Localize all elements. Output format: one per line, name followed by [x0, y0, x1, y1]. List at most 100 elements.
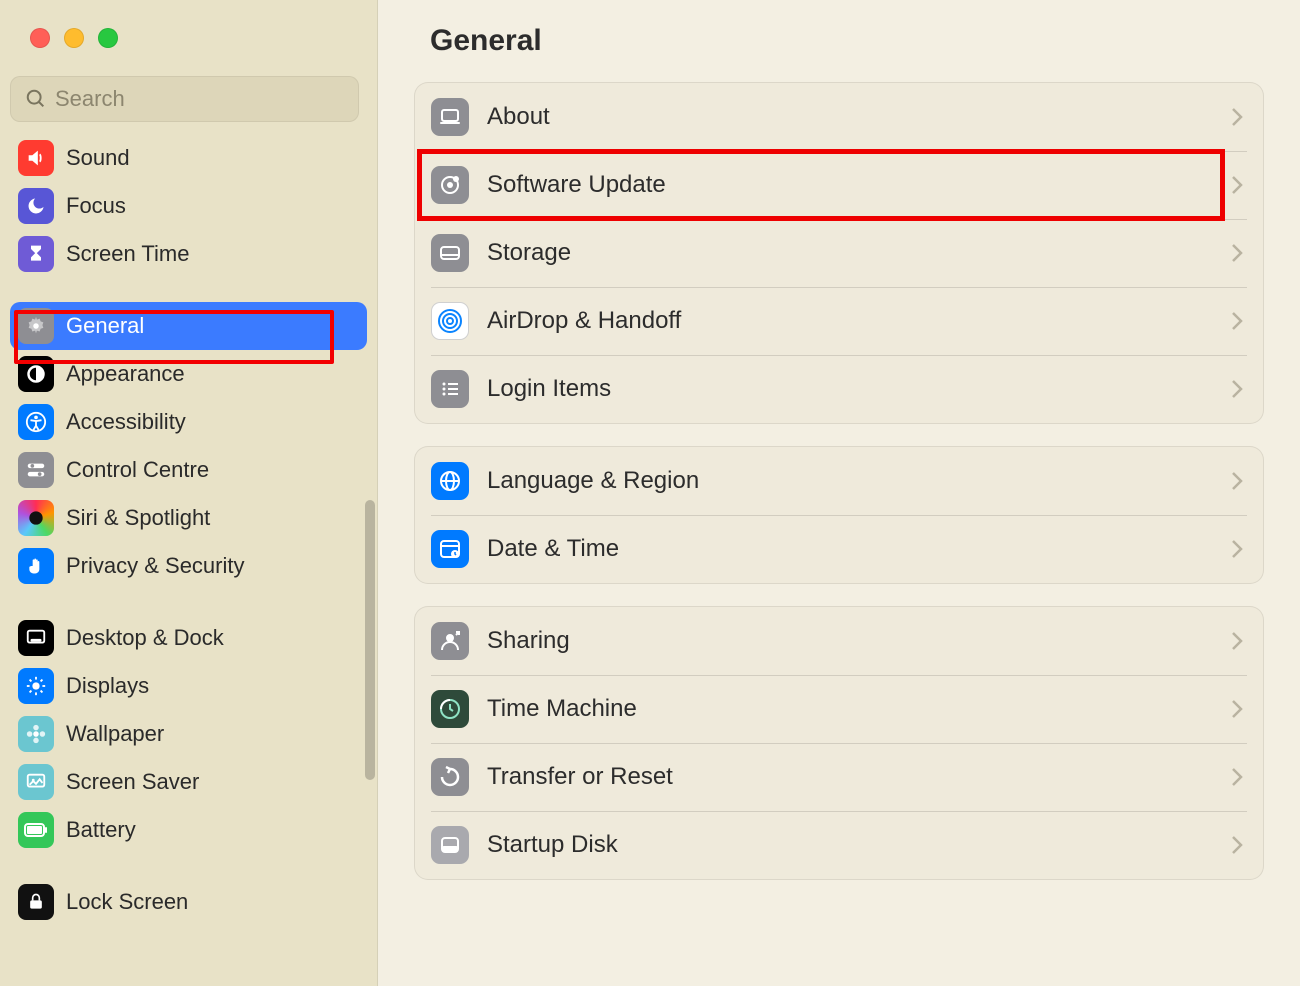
page-title: General: [430, 24, 1264, 58]
chevron-right-icon: [1231, 631, 1243, 651]
screensaver-icon: [18, 764, 54, 800]
sidebar-item-label: Accessibility: [66, 409, 186, 435]
sidebar-item-battery[interactable]: Battery: [10, 806, 367, 854]
search-icon: [25, 88, 47, 110]
toggles-icon: [18, 452, 54, 488]
chevron-right-icon: [1231, 539, 1243, 559]
minimize-window-button[interactable]: [64, 28, 84, 48]
sidebar-scrollbar[interactable]: [365, 500, 375, 780]
row-label: Startup Disk: [487, 831, 1213, 859]
sidebar-item-general[interactable]: General: [10, 302, 367, 350]
row-airdrop-handoff[interactable]: AirDrop & Handoff: [415, 287, 1263, 355]
fullscreen-window-button[interactable]: [98, 28, 118, 48]
hourglass-icon: [18, 236, 54, 272]
speaker-icon: [18, 140, 54, 176]
row-about[interactable]: About: [415, 83, 1263, 151]
startup-disk-icon: [431, 826, 469, 864]
siri-icon: [18, 500, 54, 536]
row-startup-disk[interactable]: Startup Disk: [415, 811, 1263, 879]
sidebar-item-lock-screen[interactable]: Lock Screen: [10, 878, 367, 926]
close-window-button[interactable]: [30, 28, 50, 48]
row-label: Date & Time: [487, 535, 1213, 563]
row-time-machine[interactable]: Time Machine: [415, 675, 1263, 743]
laptop-icon: [431, 98, 469, 136]
reset-icon: [431, 758, 469, 796]
row-label: Language & Region: [487, 467, 1213, 495]
sidebar-nav: Sound Focus Screen Time General Ap: [0, 132, 377, 986]
sun-icon: [18, 668, 54, 704]
gear-icon: [18, 308, 54, 344]
sidebar-item-sound[interactable]: Sound: [10, 134, 367, 182]
accessibility-icon: [18, 404, 54, 440]
battery-icon: [18, 812, 54, 848]
hand-icon: [18, 548, 54, 584]
sidebar-item-label: Siri & Spotlight: [66, 505, 210, 531]
sidebar-item-siri-spotlight[interactable]: Siri & Spotlight: [10, 494, 367, 542]
sidebar-item-appearance[interactable]: Appearance: [10, 350, 367, 398]
airdrop-icon: [431, 302, 469, 340]
sidebar-item-label: Appearance: [66, 361, 185, 387]
flower-icon: [18, 716, 54, 752]
sidebar-item-displays[interactable]: Displays: [10, 662, 367, 710]
sharing-icon: [431, 622, 469, 660]
gear-badge-icon: [431, 166, 469, 204]
chevron-right-icon: [1231, 107, 1243, 127]
row-sharing[interactable]: Sharing: [415, 607, 1263, 675]
moon-icon: [18, 188, 54, 224]
row-label: Login Items: [487, 375, 1213, 403]
sidebar-item-wallpaper[interactable]: Wallpaper: [10, 710, 367, 758]
sidebar-item-label: Screen Time: [66, 241, 190, 267]
sidebar: Sound Focus Screen Time General Ap: [0, 0, 378, 986]
row-label: AirDrop & Handoff: [487, 307, 1213, 335]
row-language-region[interactable]: Language & Region: [415, 447, 1263, 515]
search-input[interactable]: [55, 86, 344, 112]
sidebar-item-screen-time[interactable]: Screen Time: [10, 230, 367, 278]
settings-group-3: Sharing Time Machine Transfer or Reset: [414, 606, 1264, 880]
time-machine-icon: [431, 690, 469, 728]
sidebar-item-label: Screen Saver: [66, 769, 199, 795]
list-icon: [431, 370, 469, 408]
row-label: Storage: [487, 239, 1213, 267]
sidebar-item-control-centre[interactable]: Control Centre: [10, 446, 367, 494]
sidebar-item-focus[interactable]: Focus: [10, 182, 367, 230]
chevron-right-icon: [1231, 311, 1243, 331]
window-controls: [0, 0, 377, 48]
search-field[interactable]: [10, 76, 359, 122]
chevron-right-icon: [1231, 699, 1243, 719]
chevron-right-icon: [1231, 767, 1243, 787]
sidebar-item-accessibility[interactable]: Accessibility: [10, 398, 367, 446]
appearance-icon: [18, 356, 54, 392]
sidebar-item-label: Battery: [66, 817, 136, 843]
content-pane: General About Software Update St: [378, 0, 1300, 986]
row-login-items[interactable]: Login Items: [415, 355, 1263, 423]
row-storage[interactable]: Storage: [415, 219, 1263, 287]
chevron-right-icon: [1231, 835, 1243, 855]
row-date-time[interactable]: Date & Time: [415, 515, 1263, 583]
row-transfer-reset[interactable]: Transfer or Reset: [415, 743, 1263, 811]
row-label: Sharing: [487, 627, 1213, 655]
sidebar-item-label: Focus: [66, 193, 126, 219]
row-software-update[interactable]: Software Update: [415, 151, 1263, 219]
disk-icon: [431, 234, 469, 272]
settings-group-1: About Software Update Storage: [414, 82, 1264, 424]
sidebar-item-label: Desktop & Dock: [66, 625, 224, 651]
chevron-right-icon: [1231, 471, 1243, 491]
sidebar-item-screen-saver[interactable]: Screen Saver: [10, 758, 367, 806]
sidebar-item-label: Control Centre: [66, 457, 209, 483]
sidebar-item-label: Sound: [66, 145, 130, 171]
chevron-right-icon: [1231, 379, 1243, 399]
sidebar-item-privacy-security[interactable]: Privacy & Security: [10, 542, 367, 590]
sidebar-item-label: Lock Screen: [66, 889, 188, 915]
settings-group-2: Language & Region Date & Time: [414, 446, 1264, 584]
sidebar-item-label: Wallpaper: [66, 721, 164, 747]
sidebar-item-desktop-dock[interactable]: Desktop & Dock: [10, 614, 367, 662]
globe-icon: [431, 462, 469, 500]
sidebar-item-label: General: [66, 313, 144, 339]
row-label: Time Machine: [487, 695, 1213, 723]
row-label: Transfer or Reset: [487, 763, 1213, 791]
row-label: Software Update: [487, 171, 1213, 199]
sidebar-item-label: Privacy & Security: [66, 553, 245, 579]
sidebar-item-label: Displays: [66, 673, 149, 699]
row-label: About: [487, 103, 1213, 131]
dock-icon: [18, 620, 54, 656]
